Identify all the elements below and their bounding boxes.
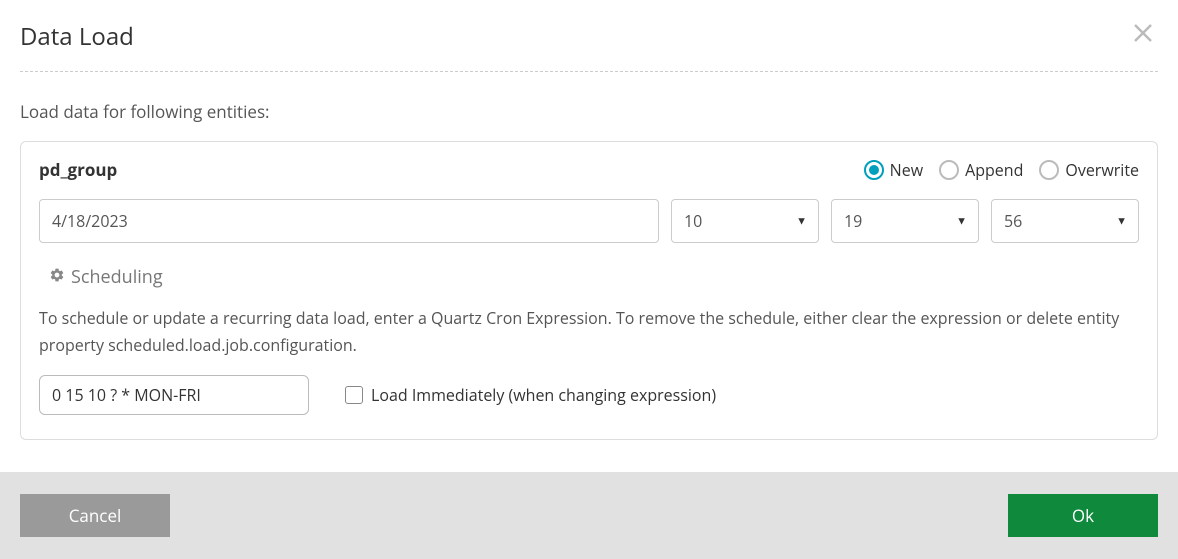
scheduling-description: To schedule or update a recurring data l… xyxy=(39,305,1139,359)
minute-select[interactable] xyxy=(831,199,979,243)
close-icon[interactable] xyxy=(1128,20,1158,48)
second-select[interactable] xyxy=(991,199,1139,243)
subtitle: Load data for following entities: xyxy=(20,100,1158,123)
entity-name: pd_group xyxy=(39,158,117,181)
entity-card: pd_group New Append Overwrite xyxy=(20,141,1158,440)
radio-label: New xyxy=(890,159,923,181)
divider xyxy=(20,71,1158,72)
ok-button[interactable]: Ok xyxy=(1008,494,1158,537)
mode-radio-group: New Append Overwrite xyxy=(864,159,1139,181)
hour-select[interactable] xyxy=(671,199,819,243)
checkbox-label: Load Immediately (when changing expressi… xyxy=(371,384,716,406)
radio-new[interactable]: New xyxy=(864,159,923,181)
scheduling-title: Scheduling xyxy=(71,265,163,289)
dialog-title: Data Load xyxy=(20,20,134,53)
radio-label: Overwrite xyxy=(1065,159,1139,181)
date-input[interactable] xyxy=(39,199,659,243)
radio-icon xyxy=(864,160,884,180)
checkbox-icon xyxy=(345,386,363,404)
gear-icon xyxy=(49,266,65,288)
radio-icon xyxy=(1039,160,1059,180)
radio-icon xyxy=(939,160,959,180)
radio-overwrite[interactable]: Overwrite xyxy=(1039,159,1139,181)
radio-label: Append xyxy=(965,159,1023,181)
dialog-footer: Cancel Ok xyxy=(0,472,1178,559)
scheduling-header: Scheduling xyxy=(49,265,1139,289)
radio-append[interactable]: Append xyxy=(939,159,1023,181)
cron-expression-input[interactable] xyxy=(39,375,309,415)
cancel-button[interactable]: Cancel xyxy=(20,494,170,537)
load-immediately-checkbox[interactable]: Load Immediately (when changing expressi… xyxy=(345,384,716,406)
